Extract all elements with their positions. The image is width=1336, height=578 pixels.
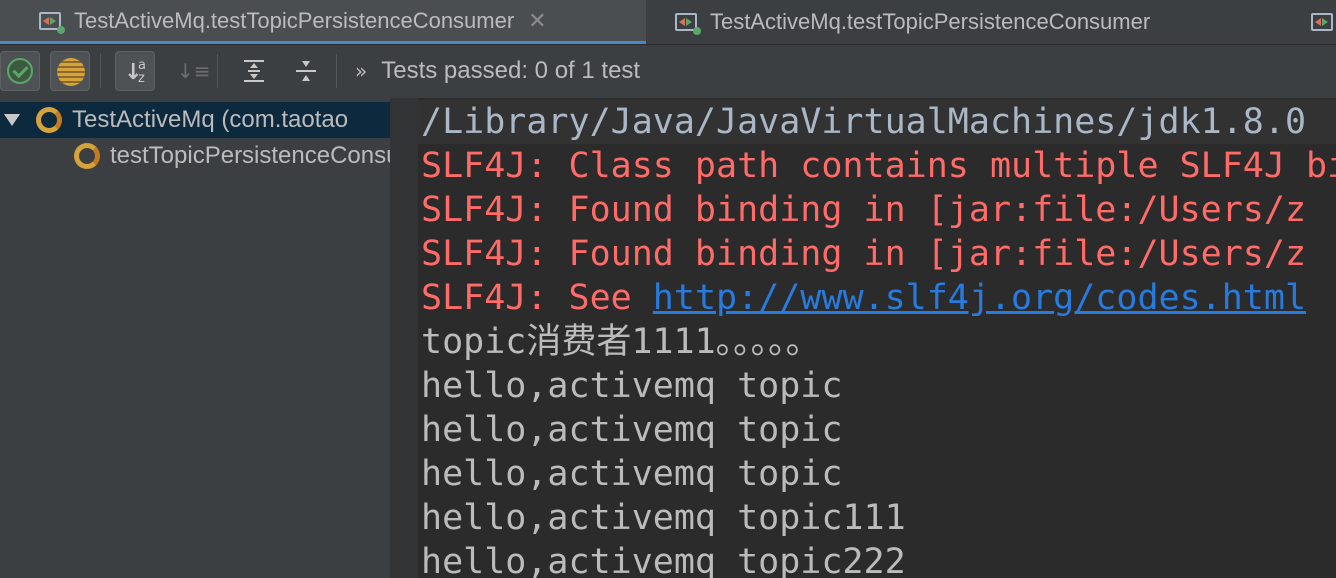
status-prefix: Tests passed: (381, 57, 535, 84)
close-icon[interactable]: ✕ (528, 8, 546, 34)
console-output-line: topic消费者1111。。。。。 (421, 322, 821, 362)
console-output-line: hello,activemq topic111 (421, 498, 906, 538)
run-config-icon (1310, 10, 1336, 34)
console-error-line: SLF4J: See http://www.slf4j.org/codes.ht… (421, 276, 1306, 320)
collapse-all-icon (294, 59, 318, 83)
test-tree: TestActiveMq (com.taotao testTopicPersis… (0, 98, 390, 578)
sort-alphabetically-button[interactable]: ↓ a z (115, 51, 155, 91)
console-output[interactable]: /Library/Java/JavaVirtualMachines/jdk1.8… (390, 98, 1336, 578)
tab-label: TestActiveMq.testTopicPersistenceConsume… (710, 9, 1151, 34)
console-error-line: SLF4J: Class path contains multiple SLF4… (421, 146, 1336, 186)
run-tab-bar: TestActiveMq.testTopicPersistenceConsume… (0, 0, 1336, 45)
more-actions-icon[interactable]: » (355, 59, 367, 83)
show-ignored-button[interactable] (50, 51, 90, 91)
expand-all-icon (242, 59, 266, 83)
run-tab-3[interactable] (1300, 0, 1336, 44)
run-tab-1[interactable]: TestActiveMq.testTopicPersistenceConsume… (0, 0, 646, 44)
console-gutter (390, 98, 418, 578)
slf4j-codes-link[interactable]: http://www.slf4j.org/codes.html (653, 278, 1306, 318)
tree-item-test-method[interactable]: testTopicPersistenceConsumer (0, 138, 390, 174)
run-config-icon (674, 10, 701, 35)
expand-arrow-icon[interactable] (4, 114, 20, 126)
toolbar-divider (100, 54, 101, 88)
console-output-line: hello,activemq topic (421, 454, 843, 494)
console-error-line: SLF4J: Found binding in [jar:file:/Users… (421, 190, 1307, 230)
test-runner-toolbar: ↓ a z ↓≡ » Tests passed: 0 of 1 test (0, 45, 1336, 97)
show-passed-button[interactable] (0, 51, 40, 91)
console-command-line: /Library/Java/JavaVirtualMachines/jdk1.8… (418, 100, 1336, 144)
running-icon (74, 143, 100, 169)
ignored-icon (57, 58, 85, 86)
sort-by-duration-button[interactable]: ↓≡ (167, 51, 211, 91)
console-output-line: hello,activemq topic222 (421, 542, 906, 578)
see-prefix: SLF4J: See (421, 278, 653, 318)
console-output-line: hello,activemq topic (421, 366, 843, 406)
run-config-icon (38, 9, 65, 34)
tree-item-test-class[interactable]: TestActiveMq (com.taotao (0, 102, 390, 138)
run-tab-2[interactable]: TestActiveMq.testTopicPersistenceConsume… (648, 0, 1268, 44)
toolbar-divider (217, 54, 218, 88)
test-runner-window: TestActiveMq.testTopicPersistenceConsume… (0, 0, 1336, 578)
running-icon (36, 107, 62, 133)
toolbar-divider (336, 54, 337, 88)
collapse-all-button[interactable] (286, 51, 326, 91)
status-suffix: of 1 test (548, 57, 641, 84)
tree-item-label: testTopicPersistenceConsumer (110, 142, 390, 169)
console-error-line: SLF4J: Found binding in [jar:file:/Users… (421, 234, 1307, 274)
sort-az-icon: ↓ a z (124, 58, 146, 86)
sort-duration-icon: ↓≡ (177, 59, 211, 83)
passed-count: 0 (534, 57, 549, 84)
test-status: Tests passed: 0 of 1 test (381, 57, 640, 85)
expand-all-button[interactable] (234, 51, 274, 91)
tab-label: TestActiveMq.testTopicPersistenceConsume… (74, 7, 515, 33)
passed-check-icon (7, 58, 33, 84)
tree-item-label: TestActiveMq (com.taotao (72, 106, 349, 133)
console-output-line: hello,activemq topic (421, 410, 843, 450)
